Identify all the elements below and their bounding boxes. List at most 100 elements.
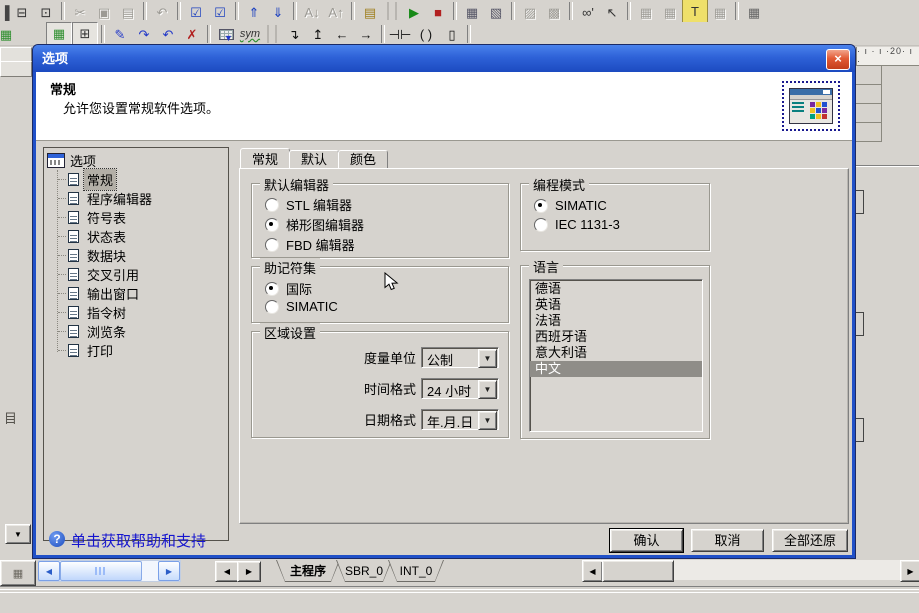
options-clipboard-button[interactable]: ▤ — [358, 0, 382, 22]
ladder-view-button[interactable]: ▦ — [46, 22, 72, 45]
radio-international[interactable]: 国际 — [265, 279, 312, 298]
bookmark-clear-button: ▦ — [708, 0, 732, 22]
toolbar-separator — [453, 2, 457, 20]
tree-item-7[interactable]: 指令树 — [44, 303, 228, 322]
units-combobox[interactable]: 公制 ▼ — [421, 347, 499, 368]
group-label: 助记符集 — [260, 258, 320, 277]
coil-button[interactable]: ( ) — [412, 24, 440, 45]
dialog-titlebar[interactable]: 选项 × — [33, 45, 855, 72]
radio-simatic-mode[interactable]: SIMATIC — [534, 198, 607, 213]
run-button[interactable]: ▶ — [402, 0, 426, 22]
print-preview-button[interactable]: ⊡ — [34, 0, 58, 22]
radio-ladder-editor[interactable]: 梯形图编辑器 — [265, 215, 364, 234]
tab-scroll-left-button[interactable]: ◀ — [215, 561, 239, 582]
delete-network-button[interactable]: ✗ — [180, 24, 204, 45]
help-link[interactable]: 单击获取帮助和支持 — [71, 530, 206, 551]
language-option[interactable]: 法语 — [530, 313, 702, 329]
editor-scroll-right-button[interactable]: ▶ — [900, 560, 919, 582]
editor-hscrollbar-thumb[interactable] — [602, 560, 674, 582]
tree-item-0[interactable]: 常规 — [44, 170, 228, 189]
language-option[interactable]: 英语 — [530, 297, 702, 313]
tree-item-3[interactable]: 状态表 — [44, 227, 228, 246]
scroll-left-button[interactable]: ◀ — [38, 561, 60, 581]
compile-button[interactable]: ☑ — [184, 0, 208, 22]
tab-general[interactable]: 常规 — [240, 148, 290, 169]
combo-dropdown-button[interactable]: ▼ — [478, 380, 497, 399]
insert-row-button[interactable]: ↷ — [132, 24, 156, 45]
bookmark-t-button[interactable]: T — [682, 0, 708, 22]
line-right-button[interactable]: → — [354, 24, 378, 45]
cancel-button[interactable]: 取消 — [691, 529, 764, 552]
radio-fbd-editor[interactable]: FBD 编辑器 — [265, 235, 355, 254]
document-icon — [68, 268, 79, 281]
symbolic-addressing-button[interactable]: sym — [238, 24, 262, 45]
combo-dropdown-button[interactable]: ▼ — [478, 349, 497, 368]
tree-item-5[interactable]: 交叉引用 — [44, 265, 228, 284]
insert-network-button[interactable]: ✎ — [108, 24, 132, 45]
help-icon[interactable]: ? — [49, 531, 65, 547]
language-option[interactable]: 德语 — [530, 281, 702, 297]
bottom-corner-button[interactable]: ▦ — [0, 560, 36, 586]
delete-row-button[interactable]: ↶ — [156, 24, 180, 45]
address-grid-button[interactable]: ▼ — [214, 24, 238, 45]
editor-tab-int0[interactable]: INT_0 — [388, 560, 444, 582]
radio-stl-editor[interactable]: STL 编辑器 — [265, 195, 352, 214]
time-format-combobox[interactable]: 24 小时 ▼ — [421, 378, 499, 399]
partial-toolbar-icon[interactable]: ▐ — [0, 0, 10, 22]
tree-item-9[interactable]: 打印 — [44, 341, 228, 360]
editor-ruler: · ı · ı ·20· ı · — [856, 47, 919, 66]
editor-tab-sbr0[interactable]: SBR_0 — [336, 560, 392, 582]
tree-item-label: 符号表 — [84, 207, 129, 228]
program-status-button[interactable]: ▦ — [460, 0, 484, 22]
language-option[interactable]: 中文 — [530, 361, 702, 377]
table-view-button[interactable]: ⊞ — [72, 22, 98, 45]
tree-item-8[interactable]: 浏览条 — [44, 322, 228, 341]
tree-item-label: 常规 — [84, 169, 116, 190]
contact-button[interactable]: ⊣⊢ — [388, 24, 412, 45]
tree-root[interactable]: 选项 — [44, 148, 228, 170]
line-down-button[interactable]: ↴ — [282, 24, 306, 45]
group-mnemonic-set: 助记符集 国际 SIMATIC — [251, 266, 509, 323]
editor-scroll-left-button[interactable]: ◀ — [582, 560, 603, 582]
close-button[interactable]: × — [826, 49, 850, 70]
tab-scroll-right-button[interactable]: ▶ — [237, 561, 261, 582]
compile-all-button[interactable]: ☑ — [208, 0, 232, 22]
date-format-combobox[interactable]: 年.月.日 ▼ — [421, 409, 499, 430]
chart-status-button[interactable]: ▧ — [484, 0, 508, 22]
line-left-button[interactable]: ← — [330, 24, 354, 45]
options-tree-items: 常规程序编辑器符号表状态表数据块交叉引用输出窗口指令树浏览条打印 — [44, 170, 228, 360]
language-option[interactable]: 意大利语 — [530, 345, 702, 361]
glasses-monitor-button[interactable]: ∞' — [576, 0, 600, 22]
partial-green-grid-icon[interactable]: ▦ — [0, 24, 12, 45]
scroll-right-button[interactable]: ▶ — [158, 561, 180, 581]
status-bar — [0, 592, 919, 613]
dialog-header: 常规 允许您设置常规软件选项。 — [36, 72, 852, 141]
radio-simatic-mnemonic[interactable]: SIMATIC — [265, 299, 338, 314]
editor-tab-main[interactable]: 主程序 — [276, 560, 340, 582]
box-instruction-button[interactable]: ▯ — [440, 24, 464, 45]
tree-item-4[interactable]: 数据块 — [44, 246, 228, 265]
upload-button[interactable]: ⇑ — [242, 0, 266, 22]
tree-item-6[interactable]: 输出窗口 — [44, 284, 228, 303]
language-list[interactable]: 德语英语法语西班牙语意大利语中文 — [529, 279, 703, 432]
tab-default[interactable]: 默认 — [289, 150, 339, 169]
network-grid-button[interactable]: ▦ — [742, 0, 766, 22]
confirm-button[interactable]: 确认 — [610, 529, 683, 552]
restore-all-button[interactable]: 全部还原 — [772, 529, 848, 552]
print-button[interactable]: ⊟ — [10, 0, 34, 22]
stop-button[interactable]: ■ — [426, 0, 450, 22]
download-button[interactable]: ⇓ — [266, 0, 290, 22]
pointer-select-button[interactable]: ↖ — [600, 0, 624, 22]
combo-dropdown-button[interactable]: ▼ — [478, 411, 497, 430]
radio-icon — [265, 218, 279, 232]
tree-item-2[interactable]: 符号表 — [44, 208, 228, 227]
tree-item-1[interactable]: 程序编辑器 — [44, 189, 228, 208]
line-up-button[interactable]: ↥ — [306, 24, 330, 45]
language-option[interactable]: 西班牙语 — [530, 329, 702, 345]
radio-iec-mode[interactable]: IEC 1131-3 — [534, 217, 620, 232]
header-title: 常规 — [50, 79, 76, 98]
left-bar-scroll-down-button[interactable]: ▼ — [5, 524, 31, 544]
options-page-icon — [782, 81, 840, 131]
tab-color[interactable]: 颜色 — [338, 150, 388, 169]
horizontal-scrollbar-thumb[interactable] — [60, 561, 142, 581]
